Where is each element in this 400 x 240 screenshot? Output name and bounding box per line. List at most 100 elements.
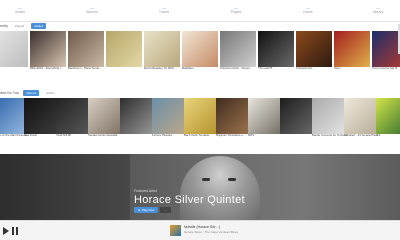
album-cover[interactable] — [220, 31, 256, 67]
album-card[interactable]: Beethoven · Piano Sonat… — [68, 31, 104, 81]
stat-tracks: — Tracks — [144, 5, 184, 15]
album-cover[interactable] — [344, 98, 380, 134]
tab-added[interactable]: Added — [31, 23, 46, 29]
suggested-albums-row: Gordon & The Alan Parsons…Just FreshVivi… — [0, 98, 400, 148]
more-button[interactable]: ··· — [160, 207, 171, 213]
album-title[interactable]: Sono — [334, 67, 370, 70]
album-card[interactable]: Schubert · 24 Sonata Piano — [344, 98, 380, 148]
album-cover[interactable] — [372, 31, 400, 67]
album-title[interactable]: Magnum Chandlers e… — [216, 134, 252, 137]
recent-albums-row: Billie Eilish · Everything I … Beethoven … — [0, 31, 400, 81]
album-title[interactable]: Bach Violin Sonatas — [184, 134, 220, 137]
album-cover[interactable] — [376, 98, 400, 134]
album-cover[interactable] — [106, 31, 142, 67]
player-bar: Nutville (Horace Silv…) Horace Silver · … — [0, 220, 400, 240]
album-cover[interactable] — [334, 31, 370, 67]
play-icon[interactable] — [3, 227, 9, 235]
album-title[interactable]: Vivid Tell 3P — [56, 134, 92, 137]
album-title[interactable]: You're Gonna Get It! — [372, 67, 400, 70]
album-card[interactable] — [106, 31, 142, 81]
album-cover[interactable] — [280, 98, 316, 134]
tab-played[interactable]: Played — [12, 23, 27, 29]
album-cover[interactable] — [68, 31, 104, 67]
album-cover[interactable] — [248, 98, 284, 134]
play-now-button[interactable]: ► Play Now — [134, 207, 159, 213]
album-card[interactable]: Vivid Tell 3P — [56, 98, 92, 148]
tab-albums[interactable]: Albums — [23, 90, 40, 96]
section-title: ded for You — [0, 91, 20, 95]
featured-artist-banner[interactable]: Featured Artist Horace Silver Quintet ► … — [0, 154, 400, 220]
now-playing-title[interactable]: Nutville (Horace Silv…) — [184, 225, 220, 229]
stat-label: Albums — [86, 10, 98, 14]
album-card[interactable] — [0, 31, 28, 81]
recent-section-header: ently Played Added — [0, 22, 46, 30]
album-card[interactable]: MPS — [248, 98, 284, 148]
album-card[interactable]: Bach Violin Sonatas — [184, 98, 220, 148]
stat-label: Library — [372, 10, 384, 14]
album-card[interactable]: Ferrero Paradox — [152, 98, 188, 148]
album-title[interactable]: The Last Pl… — [258, 67, 294, 70]
stat-label: Tracks — [158, 10, 170, 14]
stat-label: Artists — [15, 10, 25, 14]
stat-label: Played — [230, 10, 242, 14]
album-title[interactable]: Bartók Concerto for Orchestra — [312, 134, 348, 137]
album-card[interactable]: Unknown Artist · Veneer… — [220, 31, 256, 81]
stat-library: — Library — [358, 5, 398, 15]
album-card[interactable]: Billie Eilish · Everything I … — [30, 31, 66, 81]
album-title[interactable]: Billie Eilish · Everything I … — [30, 67, 66, 70]
album-title[interactable]: Ferrero Paradox — [152, 134, 188, 137]
album-cover[interactable] — [258, 31, 294, 67]
now-playing-subtitle: Horace Silver · The Cape Verdean Blues — [184, 230, 239, 234]
album-card[interactable]: Sonata Conso Guaraldi — [88, 98, 124, 148]
stat-label: Hours — [303, 10, 313, 14]
album-title[interactable]: Unknown Artist · Veneer… — [220, 67, 256, 70]
album-card[interactable]: Bartók Concerto for Orchestra — [312, 98, 348, 148]
now-playing-artwork[interactable] — [170, 225, 181, 236]
album-card[interactable] — [280, 98, 316, 148]
album-cover[interactable] — [182, 31, 218, 67]
album-title[interactable]: Schubert · 24 Sonata Piano — [344, 134, 380, 137]
album-title[interactable]: Matthäus · … — [182, 67, 218, 70]
album-title[interactable]: Sonata Conso Guaraldi — [88, 134, 124, 137]
featured-kicker: Featured Artist — [134, 189, 157, 193]
album-cover[interactable] — [120, 98, 156, 134]
album-card[interactable]: A.K. — [376, 98, 400, 148]
stats-bar: — Artists — Albums — Tracks — Played — H… — [0, 0, 400, 22]
album-title[interactable]: A.K. — [376, 134, 400, 137]
album-cover[interactable] — [88, 98, 124, 134]
album-card[interactable]: Unknown Art… — [296, 31, 332, 81]
album-card[interactable]: Magnum Chandlers e… — [216, 98, 252, 148]
album-title[interactable]: MPS — [248, 134, 284, 137]
photo-detail — [202, 178, 210, 181]
album-cover[interactable] — [184, 98, 220, 134]
album-card[interactable]: You're Gonna Get It! — [372, 31, 400, 81]
album-cover[interactable] — [56, 98, 92, 134]
album-card[interactable]: Just Fresh — [24, 98, 60, 148]
album-title[interactable]: Unknown Art… — [296, 67, 332, 70]
skip-icon[interactable] — [12, 227, 18, 235]
album-cover[interactable] — [24, 98, 60, 134]
album-title[interactable]: Just Fresh — [24, 134, 60, 137]
album-card[interactable] — [120, 98, 156, 148]
album-cover[interactable] — [144, 31, 180, 67]
album-card[interactable]: The Last Pl… — [258, 31, 294, 81]
album-cover[interactable] — [30, 31, 66, 67]
album-cover[interactable] — [296, 31, 332, 67]
album-title[interactable]: Marco Beasley, St. Mich… — [144, 67, 180, 70]
album-card[interactable]: Sono — [334, 31, 370, 81]
album-card[interactable]: Matthäus · … — [182, 31, 218, 81]
album-cover[interactable] — [312, 98, 348, 134]
tab-artists[interactable]: Artists — [43, 90, 57, 96]
album-title[interactable]: Beethoven · Piano Sonat… — [68, 67, 104, 70]
featured-artist-name[interactable]: Horace Silver Quintet — [134, 194, 245, 206]
section-title: ently — [0, 24, 9, 28]
album-cover[interactable] — [216, 98, 252, 134]
suggested-section-header: ded for You Albums Artists — [0, 89, 58, 97]
album-cover[interactable] — [152, 98, 188, 134]
stat-played: — Played — [216, 5, 256, 15]
album-cover[interactable] — [0, 31, 28, 67]
photo-detail — [228, 178, 236, 181]
stat-albums: — Albums — [72, 5, 112, 15]
album-card[interactable]: Marco Beasley, St. Mich… — [144, 31, 180, 81]
app-root: — Artists — Albums — Tracks — Played — H… — [0, 0, 400, 240]
